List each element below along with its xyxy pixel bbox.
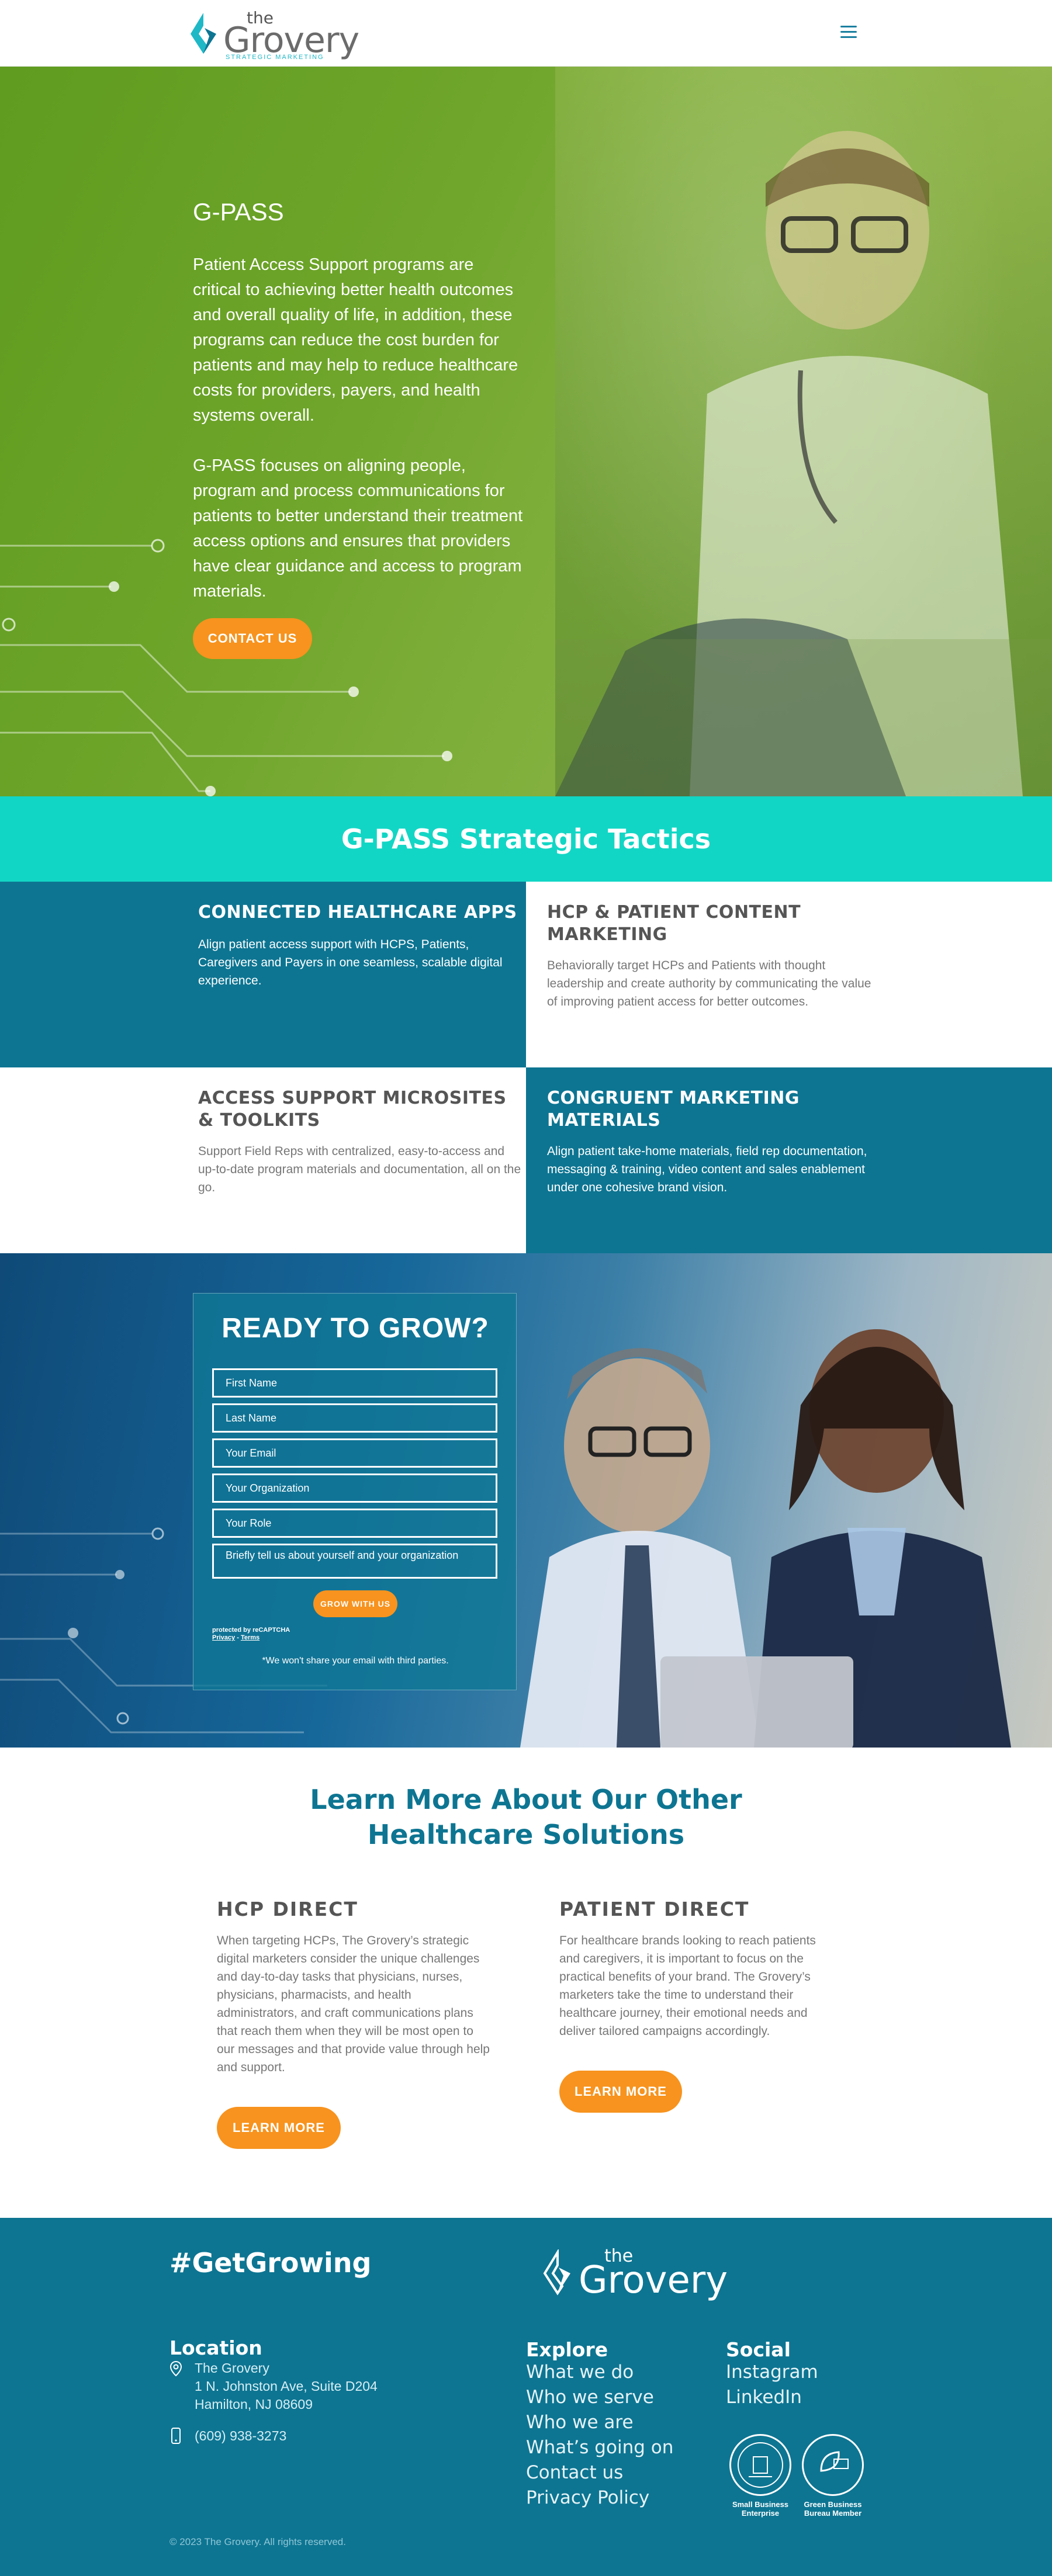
footer-link-linkedin[interactable]: LinkedIn	[726, 2387, 802, 2408]
badge-caption-line: Enterprise	[741, 2509, 780, 2518]
badge-caption-line: Green Business	[804, 2500, 862, 2509]
solution-text: When targeting HCPs, The Grovery’s strat…	[217, 1934, 490, 2074]
recaptcha-links: Privacy - Terms	[212, 1634, 290, 1642]
site-header: the Grovery STRATEGIC MARKETING	[0, 0, 1052, 67]
footer-link-who-we-serve[interactable]: Who we serve	[526, 2387, 654, 2408]
grovery-leaf-icon	[191, 13, 216, 54]
tactics-header-bar: G-PASS Strategic Tactics	[0, 796, 1052, 882]
address-line-1: 1 N. Johnston Ave, Suite D204	[195, 2379, 378, 2394]
hero-paragraph-2: G-PASS focuses on aligning people, progr…	[193, 456, 523, 601]
nj-state-seal-badge	[729, 2434, 791, 2496]
tactic-tile-congruent-materials: CONGRUENT MARKETING MATERIALS Align pati…	[526, 1067, 1052, 1253]
hero-section: G-PASS Patient Access Support programs a…	[0, 67, 1052, 796]
tactic-title: CONNECTED HEALTHCARE APPS	[198, 902, 517, 923]
company-name: The Grovery	[195, 2360, 269, 2376]
grovery-logo[interactable]: the Grovery STRATEGIC MARKETING	[186, 7, 359, 61]
address-line-2: Hamilton, NJ 08609	[195, 2397, 313, 2412]
logo-tagline: STRATEGIC MARKETING	[226, 54, 324, 61]
tactic-text: Behaviorally target HCPs and Patients wi…	[547, 959, 871, 1008]
site-footer: #GetGrowing the Grovery Location The Gro…	[0, 2218, 1052, 2576]
contact-us-button[interactable]: CONTACT US	[193, 618, 312, 659]
role-field[interactable]: Your Role	[212, 1509, 497, 1538]
explore-heading: Explore	[526, 2338, 608, 2361]
footer-link-contact-us[interactable]: Contact us	[526, 2462, 623, 2483]
solution-title: HCP DIRECT	[217, 1898, 358, 1920]
hero-paragraph-1: Patient Access Support programs are crit…	[193, 255, 518, 425]
message-textarea[interactable]: Briefly tell us about yourself and your …	[212, 1544, 497, 1579]
state-seal-icon	[738, 2442, 783, 2488]
contact-form: READY TO GROW? First Name Last Name Your…	[193, 1293, 517, 1690]
first-name-field[interactable]: First Name	[212, 1368, 497, 1398]
footer-logo-wordmark: Grovery	[579, 2259, 728, 2302]
recaptcha-notice: protected by reCAPTCHA Privacy - Terms	[212, 1627, 290, 1642]
recaptcha-privacy-link[interactable]: Privacy	[212, 1634, 235, 1641]
footer-logo[interactable]: the Grovery	[538, 2246, 731, 2304]
badge-caption-line: Small Business	[732, 2500, 789, 2509]
recaptcha-label: protected by reCAPTCHA	[212, 1627, 290, 1634]
menu-line	[840, 36, 857, 38]
green-business-badge	[802, 2434, 864, 2496]
footer-link-privacy-policy[interactable]: Privacy Policy	[526, 2487, 649, 2508]
privacy-note: *We won't share your email with third pa…	[262, 1656, 449, 1666]
grow-with-us-button[interactable]: GROW WITH US	[313, 1590, 397, 1617]
tactic-tile-microsites: ACCESS SUPPORT MICROSITES & TOOLKITS Sup…	[0, 1067, 526, 1253]
copyright-text: © 2023 The Grovery. All rights reserved.	[169, 2536, 346, 2547]
doctor-figure	[555, 131, 1052, 796]
phone-number[interactable]: (609) 938-3273	[195, 2427, 286, 2445]
patient-learn-more-button[interactable]: LEARN MORE	[559, 2071, 682, 2113]
tactic-text: Align patient take-home materials, field…	[547, 1145, 867, 1194]
footer-link-instagram[interactable]: Instagram	[726, 2362, 818, 2383]
footer-link-whats-going-on[interactable]: What’s going on	[526, 2437, 673, 2458]
tactic-text: Align patient access support with HCPS, …	[198, 938, 503, 987]
menu-icon[interactable]	[840, 26, 857, 39]
learn-title-line2: Healthcare Solutions	[367, 1819, 685, 1850]
menu-line	[840, 31, 857, 33]
tactic-title: ACCESS SUPPORT MICROSITES & TOOLKITS	[198, 1088, 507, 1131]
hero-doctor-photo	[555, 67, 1052, 796]
grovery-leaf-icon	[543, 2249, 570, 2296]
hcp-learn-more-button[interactable]: LEARN MORE	[217, 2107, 341, 2149]
form-title: READY TO GROW?	[222, 1313, 489, 1344]
location-heading: Location	[169, 2336, 262, 2359]
footer-hashtag: #GetGrowing	[169, 2247, 372, 2279]
tactic-text: Support Field Reps with centralized, eas…	[198, 1145, 521, 1194]
contact-form-section: READY TO GROW? First Name Last Name Your…	[0, 1253, 1052, 1748]
email-field[interactable]: Your Email	[212, 1438, 497, 1468]
tactics-title: G-PASS Strategic Tactics	[341, 823, 711, 855]
last-name-field[interactable]: Last Name	[212, 1403, 497, 1433]
tactic-title: HCP & PATIENT CONTENT MARKETING	[547, 902, 801, 945]
footer-link-who-we-are[interactable]: Who we are	[526, 2412, 634, 2433]
solution-title: PATIENT DIRECT	[559, 1898, 750, 1920]
gb-leaf-icon	[820, 2451, 849, 2472]
recaptcha-separator: -	[235, 1634, 241, 1641]
footer-link-what-we-do[interactable]: What we do	[526, 2362, 634, 2383]
tactic-title: CONGRUENT MARKETING MATERIALS	[547, 1088, 800, 1131]
hero-title: G-PASS	[193, 198, 284, 226]
badge-caption-small-business: Small Business Enterprise	[722, 2500, 798, 2518]
tactic-tile-content-marketing: HCP & PATIENT CONTENT MARKETING Behavior…	[526, 882, 1052, 1067]
learn-title-line1: Learn More About Our Other	[310, 1784, 742, 1815]
tactic-tile-connected-apps: CONNECTED HEALTHCARE APPS Align patient …	[0, 882, 526, 1067]
badge-caption-line: Bureau Member	[804, 2509, 862, 2518]
recaptcha-terms-link[interactable]: Terms	[241, 1634, 259, 1641]
social-heading: Social	[726, 2338, 791, 2361]
badge-caption-green-business: Green Business Bureau Member	[795, 2500, 871, 2518]
learn-more-title: Learn More About Our Other Healthcare So…	[0, 1782, 1052, 1852]
organization-field[interactable]: Your Organization	[212, 1474, 497, 1503]
business-people-photo	[520, 1329, 1011, 1748]
menu-line	[840, 26, 857, 27]
location-pin-icon	[169, 2360, 182, 2377]
phone-icon	[171, 2428, 181, 2444]
solution-text: For healthcare brands looking to reach p…	[559, 1934, 816, 2038]
